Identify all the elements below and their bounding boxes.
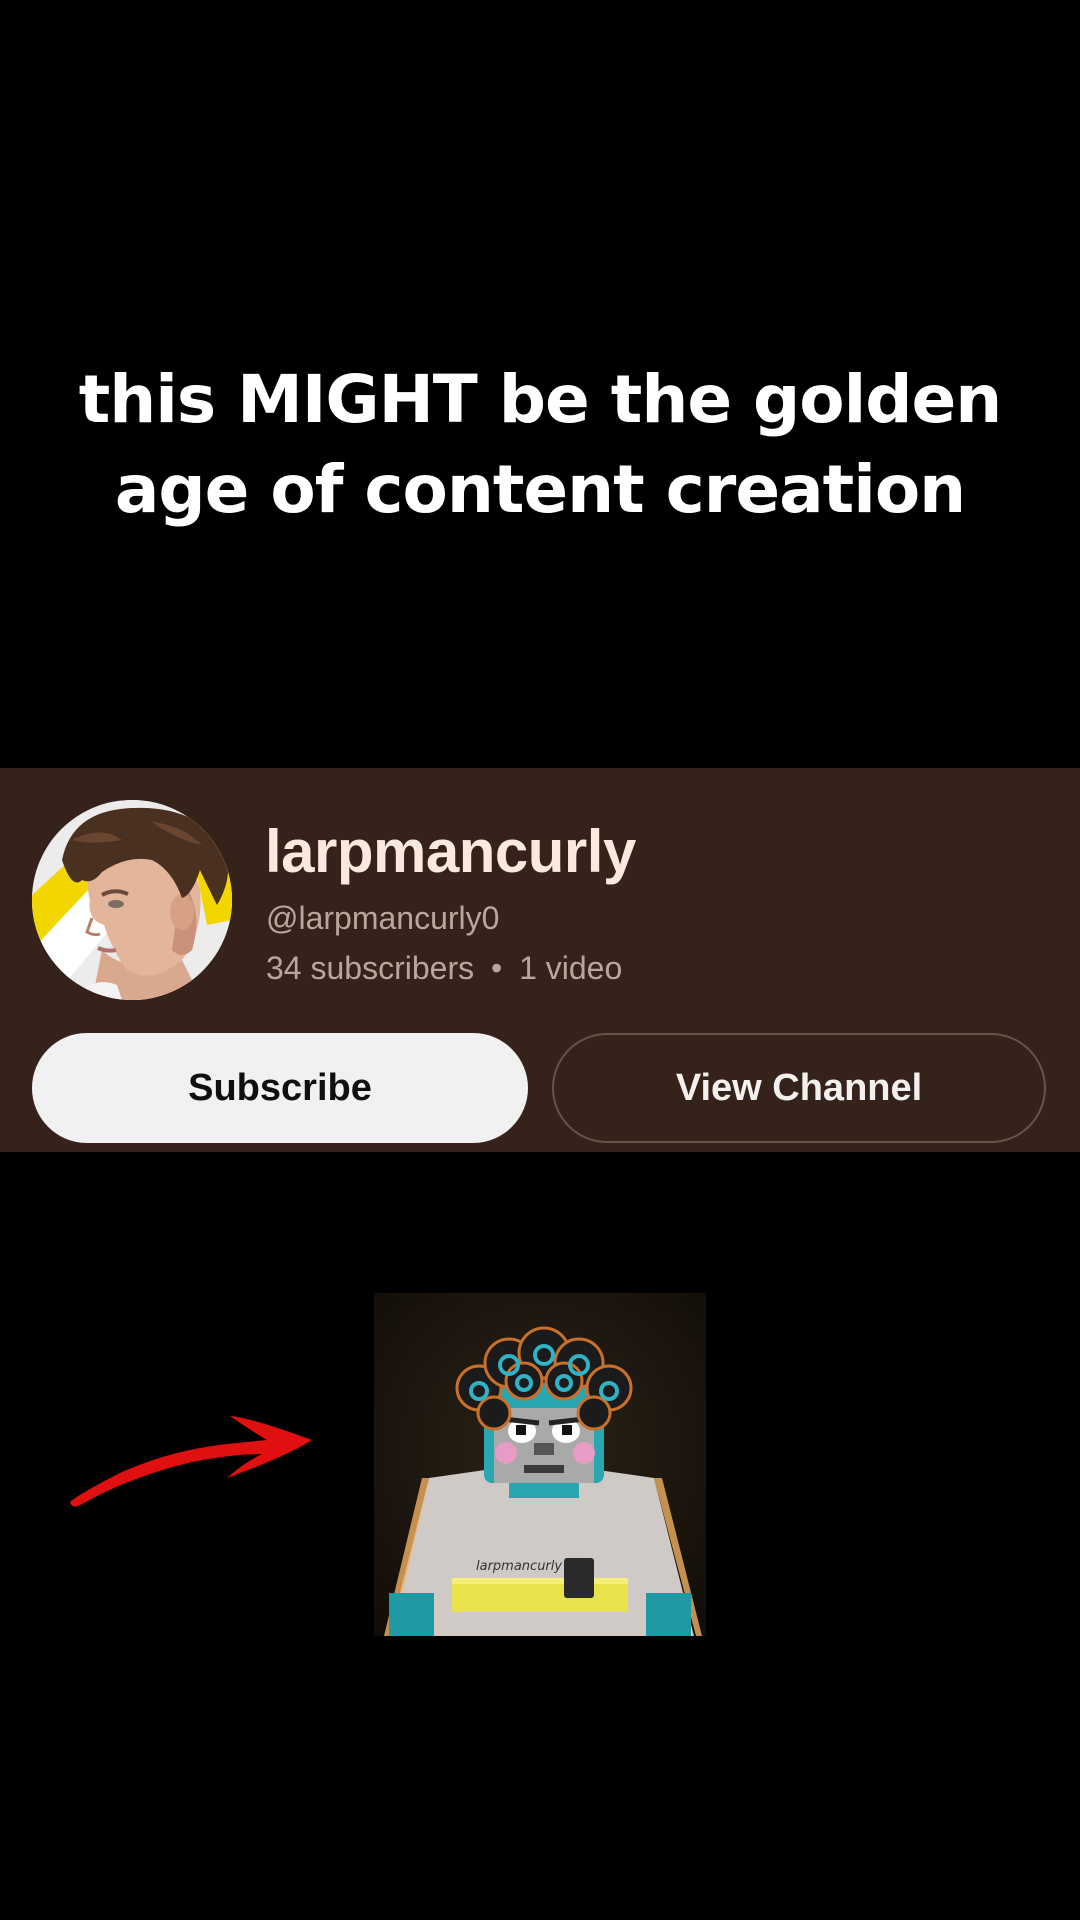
- caption-line-2: age of content creation: [114, 451, 966, 528]
- red-arrow-icon: [70, 1416, 312, 1507]
- channel-stats: 34 subscribers • 1 video: [266, 946, 622, 990]
- caption-line-1: this MIGHT be the golden: [78, 361, 1003, 438]
- channel-handle: @larpmancurly0: [266, 900, 500, 936]
- gorilla-avatar-image: larpmancurly: [374, 1293, 706, 1636]
- channel-card: larpmancurly @larpmancurly0 34 subscribe…: [0, 768, 1080, 1152]
- video-caption: this MIGHT be the golden age of content …: [0, 355, 1080, 535]
- subscribe-button[interactable]: Subscribe: [32, 1033, 528, 1143]
- subscriber-count: 34 subscribers: [266, 950, 475, 986]
- video-thumbnail[interactable]: larpmancurly: [374, 1293, 706, 1636]
- stats-separator: •: [490, 950, 503, 986]
- video-count: 1 video: [519, 950, 623, 986]
- channel-name[interactable]: larpmancurly: [265, 816, 636, 888]
- channel-avatar[interactable]: [32, 800, 232, 1000]
- avatar-portrait-image: [32, 800, 232, 1000]
- shirt-text: larpmancurly: [476, 1559, 562, 1574]
- view-channel-button[interactable]: View Channel: [552, 1033, 1046, 1143]
